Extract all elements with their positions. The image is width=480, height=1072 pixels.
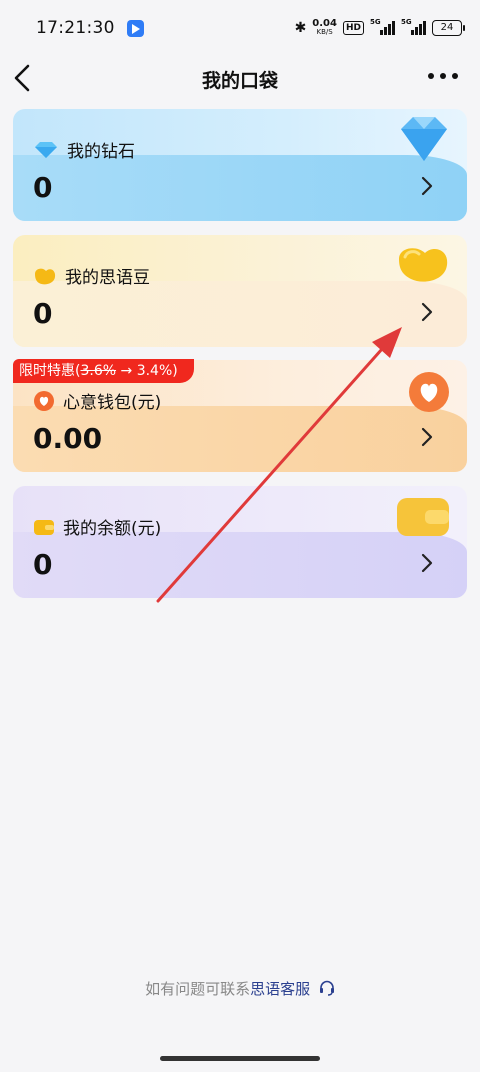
- wallet-icon: [34, 519, 54, 535]
- status-bar: 17:21:30 ✱ 0.04 KB/S HD 5G 5G 24: [0, 0, 480, 56]
- diamond-card[interactable]: 我的钻石 0: [13, 109, 467, 221]
- footer-help: 如有问题可联系思语客服: [0, 978, 480, 999]
- diamond-illustration-icon: [401, 117, 447, 161]
- more-dot-icon: [428, 73, 434, 79]
- promo-arrow: →: [116, 363, 137, 379]
- diamond-label: 我的钻石: [67, 142, 135, 162]
- chevron-right-icon: [421, 427, 433, 447]
- promo-old-rate: 3.6%: [80, 363, 117, 379]
- diamond-icon: [35, 141, 57, 158]
- bean-label-row: 我的思语豆: [33, 263, 150, 288]
- signal-icon-secondary: 5G: [401, 18, 426, 35]
- heart-wallet-icon: [34, 390, 54, 411]
- chevron-right-icon: [421, 553, 433, 573]
- battery-level: 24: [440, 22, 454, 33]
- signal-icon: 5G: [370, 18, 395, 35]
- card-band: [13, 532, 467, 598]
- promo-prefix: 限时特惠(: [19, 363, 81, 379]
- balance-label: 我的余额(元): [63, 519, 162, 539]
- promo-new-rate: 3.4%): [136, 363, 178, 379]
- chevron-right-icon: [421, 302, 433, 322]
- nav-bar: 我的口袋: [0, 56, 480, 100]
- app-notification-icon: [126, 19, 144, 37]
- network-speed-unit: KB/S: [316, 28, 333, 36]
- bean-value: 0: [33, 297, 53, 330]
- footer-text: 如有问题可联系: [145, 980, 251, 998]
- status-time: 17:21:30: [36, 18, 115, 38]
- heart-wallet-label-row: 心意钱包(元): [33, 388, 161, 413]
- bean-label: 我的思语豆: [65, 268, 150, 288]
- hd-voice-icon: HD: [342, 21, 364, 35]
- bluetooth-icon: ✱: [294, 20, 307, 36]
- heart-wallet-label: 心意钱包(元): [63, 393, 162, 413]
- diamond-value: 0: [33, 171, 53, 204]
- diamond-label-row: 我的钻石: [33, 137, 135, 162]
- balance-value: 0: [33, 548, 53, 581]
- balance-card[interactable]: 我的余额(元) 0: [13, 486, 467, 598]
- more-dot-icon: [452, 73, 458, 79]
- heart-wallet-value: 0.00: [33, 422, 103, 455]
- bean-illustration-icon: [399, 248, 448, 282]
- battery-icon: 24: [432, 20, 465, 36]
- wallet-illustration-icon: [397, 498, 449, 536]
- headset-icon[interactable]: [319, 980, 335, 996]
- customer-service-link[interactable]: 思语客服: [250, 980, 310, 998]
- more-button[interactable]: [428, 66, 458, 86]
- status-indicators: ✱ 0.04 KB/S HD 5G 5G 24: [294, 18, 465, 37]
- heart-wallet-illustration-icon: [409, 372, 449, 412]
- network-speed: 0.04 KB/S: [312, 19, 337, 37]
- signal-label-secondary: 5G: [401, 18, 412, 26]
- network-speed-value: 0.04: [312, 18, 337, 29]
- balance-label-row: 我的余额(元): [33, 514, 161, 539]
- card-band: [13, 155, 467, 221]
- chevron-right-icon: [421, 176, 433, 196]
- more-dot-icon: [440, 73, 446, 79]
- home-indicator[interactable]: [160, 1056, 320, 1061]
- bean-card[interactable]: 我的思语豆 0: [13, 235, 467, 347]
- card-band: [13, 281, 467, 347]
- page-title: 我的口袋: [201, 70, 278, 92]
- signal-label: 5G: [370, 18, 381, 26]
- bean-icon: [35, 268, 56, 284]
- promo-tag: 限时特惠(3.6% → 3.4%): [13, 359, 194, 383]
